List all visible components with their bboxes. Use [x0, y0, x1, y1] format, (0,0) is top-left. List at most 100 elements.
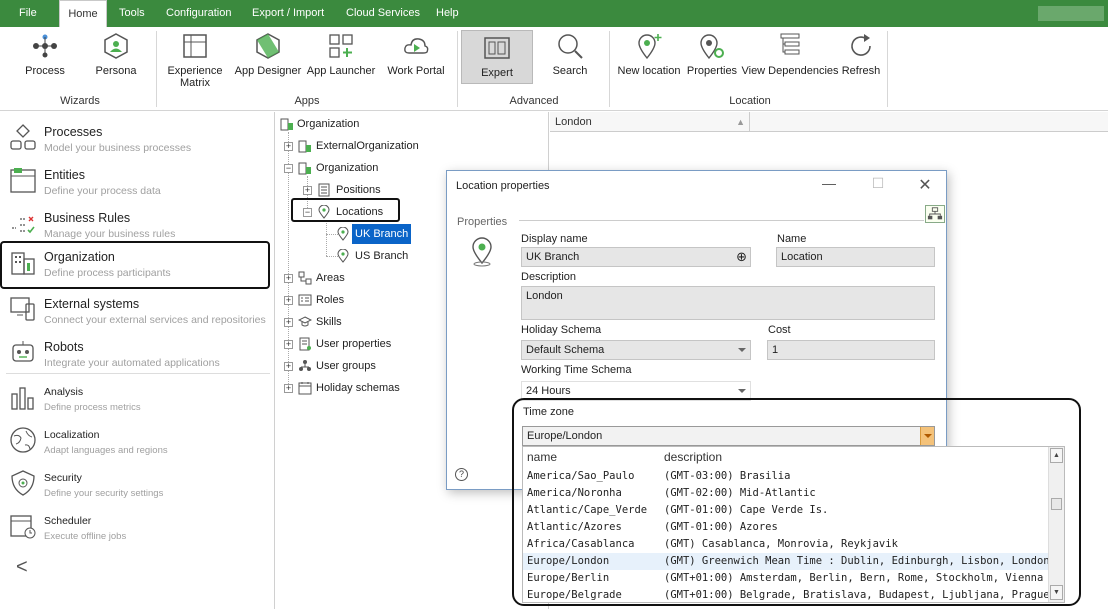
work-portal-button[interactable]: Work Portal	[384, 27, 448, 77]
expand-toggle[interactable]: +	[284, 318, 293, 327]
new-location-button[interactable]: New location	[615, 27, 683, 77]
collapse-toggle[interactable]: −	[284, 164, 293, 173]
menubar: File Home Tools Configuration Export / I…	[0, 0, 1108, 27]
process-icon	[33, 34, 57, 58]
name-field[interactable]: Location	[776, 247, 935, 267]
sidebar-item-organization[interactable]: Organization Define process participants	[0, 241, 270, 289]
properties-label: Properties	[686, 65, 738, 77]
sidebar-item-security[interactable]: Security Define your security settings	[0, 462, 275, 505]
expert-label: Expert	[481, 67, 513, 79]
cost-field[interactable]: 1	[767, 340, 935, 360]
menu-home[interactable]: Home	[59, 0, 107, 27]
search-button[interactable]: Search	[540, 27, 600, 77]
timezone-highlight-outline	[512, 398, 1081, 606]
menubar-search[interactable]	[1038, 6, 1104, 21]
menu-export-import[interactable]: Export / Import	[252, 0, 324, 27]
expand-toggle[interactable]: +	[284, 296, 293, 305]
ribbon-separator	[156, 31, 157, 107]
menu-help[interactable]: Help	[436, 0, 459, 27]
sidebar-item-subtitle: Connect your external services and repos…	[44, 314, 266, 326]
persona-label: Persona	[95, 65, 137, 77]
new-location-label: New location	[617, 65, 681, 77]
working-time-value: 24 Hours	[526, 385, 571, 397]
minimize-button[interactable]: —	[814, 175, 844, 191]
work-portal-label: Work Portal	[387, 65, 445, 77]
menu-cloud-services[interactable]: Cloud Services	[346, 0, 420, 27]
search-icon	[558, 34, 583, 59]
app-designer-label: App Designer	[234, 65, 302, 77]
sidebar-item-label: Entities	[44, 168, 85, 182]
expert-button[interactable]: Expert	[461, 30, 533, 84]
display-name-field[interactable]: UK Branch ⊕	[521, 247, 751, 267]
sidebar-item-label: Security	[44, 472, 82, 484]
sidebar-item-subtitle: Execute offline jobs	[44, 531, 127, 542]
hierarchy-button[interactable]	[925, 205, 945, 223]
sort-arrow-icon: ▲	[736, 117, 745, 127]
sidebar-item-business-rules[interactable]: Business Rules Manage your business rule…	[0, 202, 275, 245]
sidebar-item-entities[interactable]: Entities Define your process data	[0, 159, 275, 202]
collapse-sidebar-button[interactable]: <	[16, 556, 28, 579]
areas-icon	[298, 271, 312, 285]
hierarchy-icon	[927, 207, 943, 220]
sidebar-item-label: Processes	[44, 125, 103, 139]
dialog-title: Location properties	[456, 180, 550, 192]
tree-node-external-organization[interactable]: + ExternalOrganization	[276, 136, 546, 156]
sidebar-item-scheduler[interactable]: Scheduler Execute offline jobs	[0, 505, 275, 548]
app-designer-button[interactable]: App Designer	[234, 27, 302, 77]
holiday-schema-select[interactable]: Default Schema	[521, 340, 751, 360]
view-dependencies-button[interactable]: View Dependencies	[741, 27, 839, 77]
expand-toggle[interactable]: +	[284, 274, 293, 283]
app-launcher-button[interactable]: App Launcher	[306, 27, 376, 77]
close-button[interactable]: ✕	[910, 175, 940, 195]
refresh-button[interactable]: Refresh	[840, 27, 882, 77]
description-field[interactable]: London	[521, 286, 935, 320]
matrix-icon	[183, 34, 207, 58]
app-launcher-icon	[329, 34, 353, 58]
tree-node-root[interactable]: Organization	[276, 114, 546, 134]
expand-toggle[interactable]: +	[284, 340, 293, 349]
positions-icon	[318, 183, 330, 197]
experience-matrix-button[interactable]: Experience Matrix	[166, 27, 224, 89]
chevron-down-icon	[738, 348, 746, 352]
sidebar-item-robots[interactable]: Robots Integrate your automated applicat…	[0, 331, 275, 374]
cost-label: Cost	[768, 324, 791, 336]
expand-toggle[interactable]: +	[284, 362, 293, 371]
location-gear-icon	[700, 34, 724, 60]
sidebar-item-subtitle: Manage your business rules	[44, 228, 176, 240]
sidebar-item-external-systems[interactable]: External systems Connect your external s…	[0, 288, 275, 331]
properties-button[interactable]: Properties	[686, 27, 738, 77]
sidebar-item-processes[interactable]: Processes Model your business processes	[0, 116, 275, 159]
help-icon[interactable]: ?	[455, 468, 468, 481]
holiday-schema-value: Default Schema	[526, 344, 605, 356]
persona-button[interactable]: Persona	[90, 27, 142, 77]
sidebar-item-analysis[interactable]: Analysis Define process metrics	[0, 376, 275, 419]
maximize-button[interactable]: ☐	[863, 175, 893, 192]
menu-configuration[interactable]: Configuration	[166, 0, 231, 27]
sidebar-item-localization[interactable]: Localization Adapt languages and regions	[0, 419, 275, 462]
ribbon-separator	[609, 31, 610, 107]
robot-icon	[12, 341, 34, 362]
properties-section-title: Properties	[457, 216, 508, 228]
organization-icon	[298, 162, 311, 175]
expand-toggle[interactable]: +	[284, 384, 293, 393]
menu-file[interactable]: File	[19, 0, 37, 27]
grid-column-header[interactable]: London ▲	[550, 112, 750, 132]
tree-node-label: ExternalOrganization	[316, 140, 419, 152]
search-label: Search	[552, 65, 588, 77]
dependencies-icon	[780, 33, 800, 55]
location-pin-icon	[337, 227, 349, 241]
expand-toggle[interactable]: +	[284, 142, 293, 151]
sidebar-item-label: Localization	[44, 429, 100, 441]
sidebar-item-subtitle: Adapt languages and regions	[44, 445, 168, 456]
process-button[interactable]: Process	[18, 27, 72, 77]
display-name-value: UK Branch	[526, 251, 580, 263]
tree-node-label: Areas	[316, 272, 345, 284]
display-name-label: Display name	[521, 233, 588, 245]
sidebar-item-subtitle: Define process metrics	[44, 402, 141, 413]
app-launcher-label: App Launcher	[306, 65, 376, 77]
expand-toggle[interactable]: +	[303, 186, 312, 195]
ribbon-separator	[887, 31, 888, 107]
menu-tools[interactable]: Tools	[119, 0, 145, 27]
globe-icon[interactable]: ⊕	[736, 248, 747, 266]
user-properties-icon	[299, 337, 311, 351]
